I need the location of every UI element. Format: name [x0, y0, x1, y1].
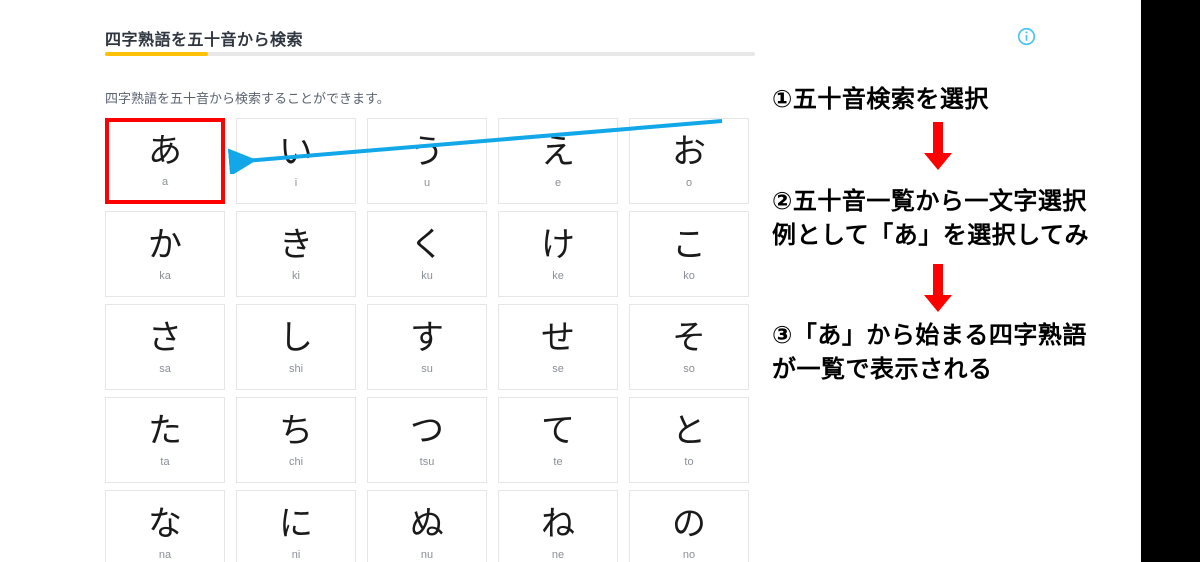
kana-romaji-label: ku	[421, 270, 433, 282]
page-title: 四字熟語を五十音から検索	[105, 32, 304, 49]
kana-romaji-label: su	[421, 363, 433, 375]
kana-character: と	[672, 411, 706, 451]
kana-character: う	[410, 132, 444, 172]
kana-cell-tsu[interactable]: つ tsu	[367, 397, 487, 483]
kana-cell-ke[interactable]: け ke	[498, 211, 618, 297]
kana-character: お	[672, 132, 706, 172]
kana-cell-na[interactable]: な na	[105, 490, 225, 562]
kana-cell-nu[interactable]: ぬ nu	[367, 490, 487, 562]
screenshot-root: 四字熟語を五十音から検索 四字熟語を五十音から検索することができます。 あaいi…	[0, 0, 1200, 562]
kana-character: あ	[148, 131, 182, 171]
kana-character: き	[279, 225, 313, 265]
kana-character: ぬ	[410, 504, 444, 544]
annotation-overlay: ①五十音検索を選択 ②五十音一覧から一文字選択 例として「あ」を選択してみ ③「…	[772, 0, 1200, 562]
kana-character: な	[148, 504, 182, 544]
kana-cell-ka[interactable]: か ka	[105, 211, 225, 297]
kana-grid: あ a い i う u え e お o か ka き ki く ku け ke こ ko さ sa し shi す su せ se そ s…	[105, 118, 749, 562]
kana-romaji-label: sa	[159, 363, 171, 375]
kana-character: そ	[672, 318, 706, 358]
kana-romaji-label: ko	[683, 270, 695, 282]
kana-character: つ	[410, 411, 444, 451]
kana-cell-ne[interactable]: ね ne	[498, 490, 618, 562]
kana-romaji-label: e	[554, 177, 562, 189]
kana-character: か	[148, 225, 182, 265]
kana-character: て	[541, 411, 575, 451]
kana-romaji-label: shi	[288, 363, 304, 375]
kana-romaji-label: ni	[291, 549, 301, 561]
kana-cell-i[interactable]: いi	[236, 118, 356, 204]
kana-character: す	[410, 318, 444, 358]
kana-romaji-label: ka	[159, 270, 171, 282]
kana-romaji-label: chi	[288, 456, 304, 468]
kana-romaji-label: se	[552, 363, 564, 375]
kana-cell-chi[interactable]: ち chi	[236, 397, 356, 483]
kana-romaji-label: o	[685, 177, 693, 189]
kana-romaji-label: so	[683, 363, 695, 375]
kana-character: の	[672, 504, 706, 544]
kana-cell-ko[interactable]: こ ko	[629, 211, 749, 297]
kana-romaji-label: tsu	[419, 456, 435, 468]
page-description: 四字熟語を五十音から検索することができます。	[105, 91, 390, 106]
title-divider	[105, 52, 755, 56]
kana-cell-o[interactable]: おo	[629, 118, 749, 204]
annotation-step-2: ②五十音一覧から一文字選択 例として「あ」を選択してみ	[772, 187, 1090, 250]
kana-cell-shi[interactable]: し shi	[236, 304, 356, 390]
kana-cell-se[interactable]: せ se	[498, 304, 618, 390]
kana-character: こ	[672, 225, 706, 265]
kana-romaji-label: a	[161, 176, 169, 188]
kana-cell-te[interactable]: て te	[498, 397, 618, 483]
kana-cell-so[interactable]: そ so	[629, 304, 749, 390]
kana-character: し	[279, 318, 313, 358]
kana-character: せ	[541, 318, 575, 358]
kana-romaji-label: ta	[160, 456, 170, 468]
kana-character: た	[148, 411, 182, 451]
annotation-step-1: ①五十音検索を選択	[772, 85, 989, 113]
web-page-panel: 四字熟語を五十音から検索 四字熟語を五十音から検索することができます。 あaいi…	[0, 0, 775, 562]
kana-character: さ	[148, 318, 182, 358]
step-down-arrow-1-icon	[924, 122, 952, 170]
kana-cell-to[interactable]: と to	[629, 397, 749, 483]
kana-romaji-label: i	[294, 177, 298, 189]
step-down-arrow-2-icon	[924, 264, 952, 312]
kana-character: け	[541, 225, 575, 265]
kana-cell-no[interactable]: の no	[629, 490, 749, 562]
annotation-step-3: ③「あ」から始まる四字熟語 が一覧で表示される	[772, 321, 1087, 384]
kana-character: に	[279, 504, 313, 544]
kana-character: い	[279, 132, 313, 172]
kana-cell-u[interactable]: うu	[367, 118, 487, 204]
kana-romaji-label: ki	[292, 270, 300, 282]
kana-romaji-label: no	[682, 549, 696, 561]
kana-romaji-label: ne	[551, 549, 565, 561]
kana-romaji-label: te	[553, 456, 563, 468]
kana-cell-ku[interactable]: く ku	[367, 211, 487, 297]
kana-cell-a[interactable]: あa	[105, 118, 225, 204]
title-divider-accent	[105, 52, 208, 56]
kana-cell-ta[interactable]: た ta	[105, 397, 225, 483]
kana-cell-e[interactable]: えe	[498, 118, 618, 204]
kana-character: く	[410, 225, 444, 265]
kana-romaji-label: u	[423, 177, 431, 189]
info-circle-icon[interactable]	[1017, 27, 1036, 46]
kana-character: え	[541, 132, 575, 172]
kana-cell-sa[interactable]: さ sa	[105, 304, 225, 390]
kana-romaji-label: na	[158, 549, 172, 561]
kana-cell-su[interactable]: す su	[367, 304, 487, 390]
kana-cell-ni[interactable]: に ni	[236, 490, 356, 562]
kana-character: ね	[541, 504, 575, 544]
occluding-black-bar	[1141, 0, 1200, 562]
kana-character: ち	[279, 411, 313, 451]
kana-romaji-label: ke	[552, 270, 564, 282]
kana-cell-ki[interactable]: き ki	[236, 211, 356, 297]
kana-romaji-label: to	[684, 456, 694, 468]
kana-romaji-label: nu	[420, 549, 434, 561]
